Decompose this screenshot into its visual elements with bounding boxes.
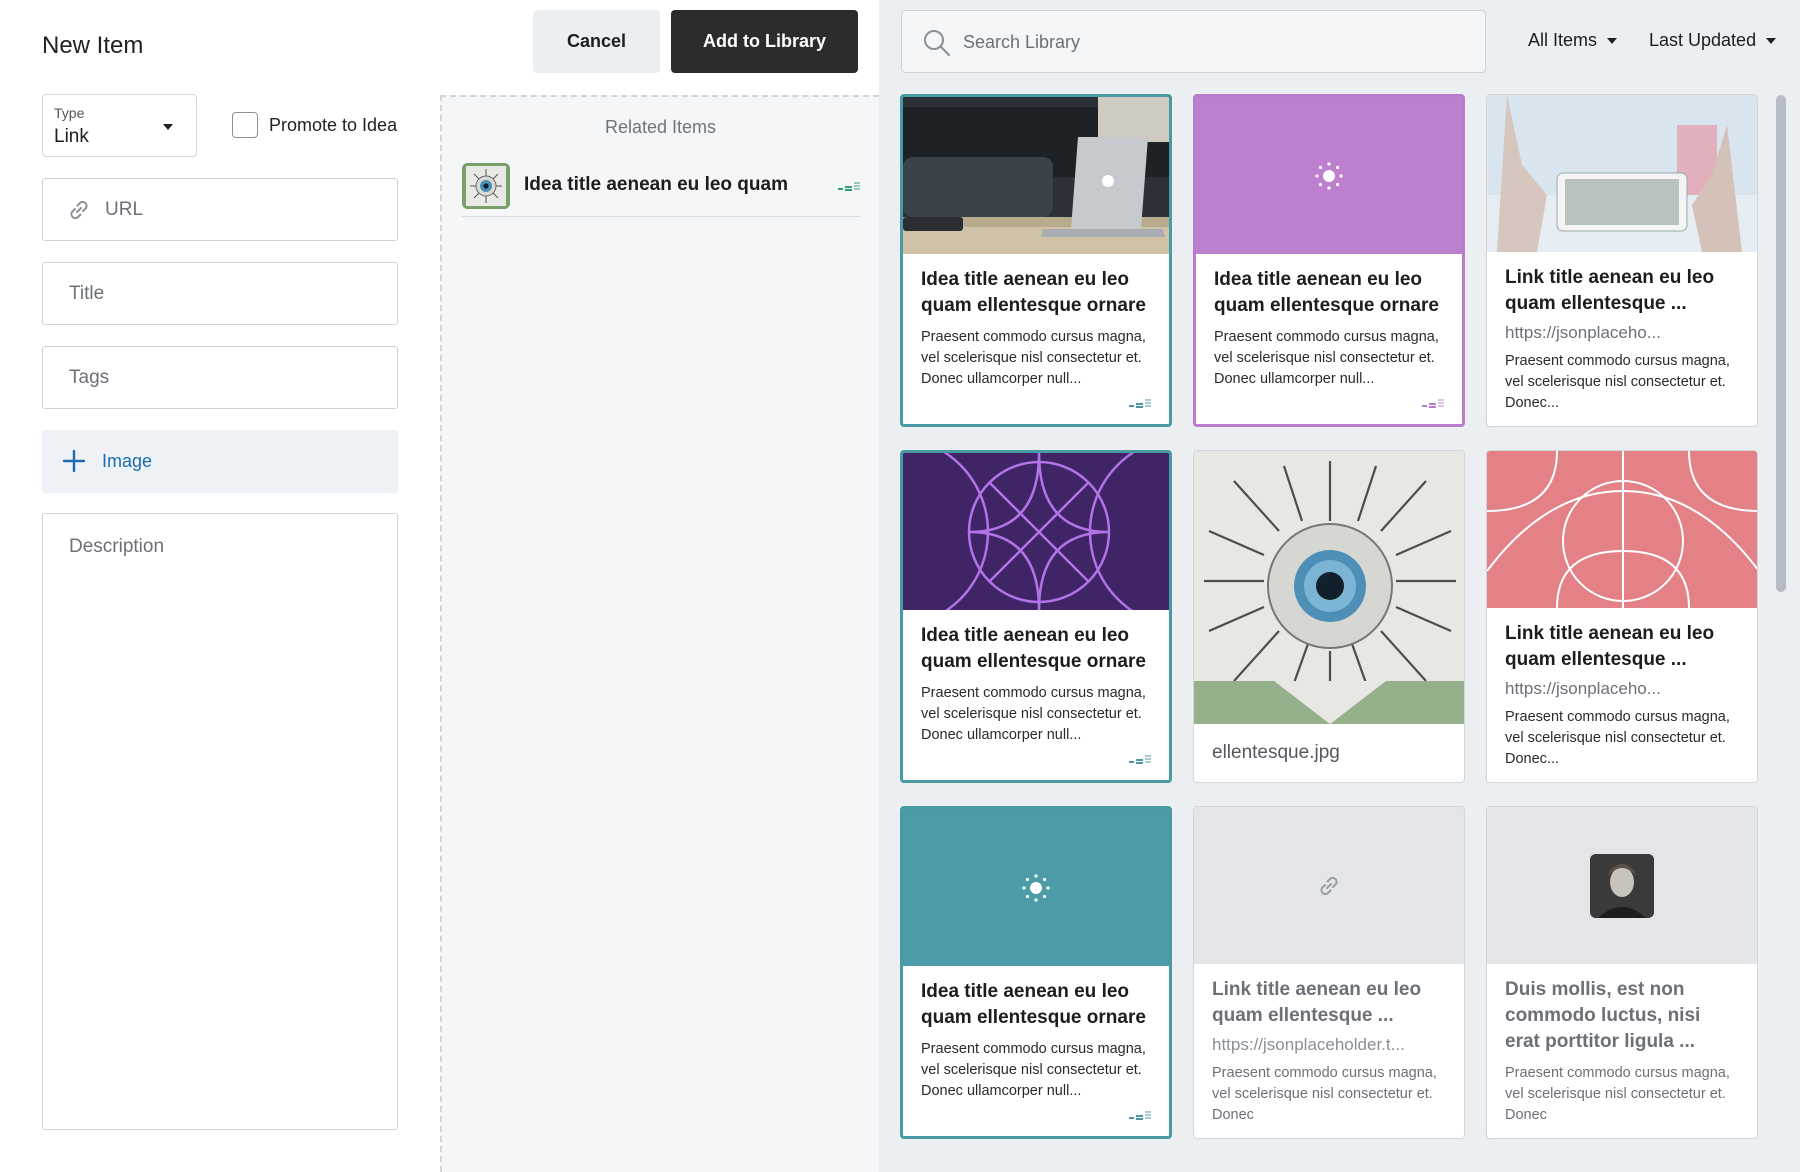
card-body: Link title aenean eu leo quam ellentesqu… [1194, 964, 1464, 1138]
eye-collage-image [1194, 451, 1464, 724]
card-description: Praesent commodo cursus magna, vel scele… [1212, 1065, 1437, 1123]
spinner-icon [1022, 873, 1050, 902]
item-filter-label: All Items [1528, 30, 1598, 50]
type-select[interactable]: Type Link [42, 94, 197, 157]
form-actions: Cancel Add to Library [533, 10, 858, 73]
idea-color-banner [903, 809, 1169, 966]
related-item[interactable]: Idea title aenean eu leo quam [462, 163, 860, 217]
card-title: Idea title aenean eu leo quam ellentesqu… [921, 269, 1146, 316]
sort-label: Last Updated [1649, 30, 1757, 50]
new-item-form: New Item Type Link Promote to Idea URL T… [0, 0, 440, 1172]
card-title: Link title aenean eu leo quam ellentesqu… [1505, 623, 1715, 670]
card-url: https://jsonplaceho... [1505, 323, 1661, 342]
page-title: New Item [42, 32, 144, 59]
idea-color-banner [1196, 97, 1462, 254]
cancel-button[interactable]: Cancel [533, 10, 660, 73]
card-description: Praesent commodo cursus magna, vel scele… [1505, 1065, 1730, 1123]
library-card-link[interactable]: Link title aenean eu leo quam ellentesqu… [1486, 450, 1758, 783]
type-select-value: Link [54, 126, 89, 147]
promote-checkbox[interactable] [232, 112, 258, 138]
library-search[interactable] [901, 10, 1486, 73]
description-placeholder: Description [69, 536, 165, 557]
card-url: https://jsonplaceholder.t... [1212, 1035, 1405, 1054]
library-card-idea[interactable]: Idea title aenean eu leo quam ellentesqu… [1193, 94, 1465, 427]
eye-collage-thumbnail [462, 163, 510, 209]
chevron-down-icon [1607, 37, 1618, 44]
library-card-link[interactable]: Link title aenean eu leo quam ellentesqu… [1486, 94, 1758, 427]
library-card-idea[interactable]: Idea title aenean eu leo quam ellentesqu… [900, 806, 1172, 1139]
card-description: Praesent commodo cursus magna, vel scele… [1505, 353, 1730, 411]
add-image-button[interactable]: Image [42, 430, 398, 493]
card-description: Praesent commodo cursus magna, vel scele… [921, 1041, 1146, 1099]
card-description: Praesent commodo cursus magna, vel scele… [921, 685, 1146, 743]
card-body: Duis mollis, est non commodo luctus, nis… [1487, 964, 1757, 1138]
idea-indicator-icon [1129, 1111, 1151, 1120]
library-card-idea[interactable]: Idea title aenean eu leo quam ellentesqu… [900, 450, 1172, 783]
type-select-label: Type [54, 105, 85, 121]
card-title: Idea title aenean eu leo quam ellentesqu… [921, 625, 1146, 672]
card-title: Duis mollis, est non commodo luctus, nis… [1505, 979, 1701, 1052]
idea-indicator-icon [838, 182, 860, 191]
url-field[interactable]: URL [42, 178, 398, 241]
card-title: Idea title aenean eu leo quam ellentesqu… [921, 981, 1146, 1028]
avatar [1590, 853, 1654, 918]
url-placeholder: URL [105, 199, 144, 220]
tags-field[interactable]: Tags [42, 346, 398, 409]
tags-placeholder: Tags [69, 367, 110, 388]
card-title: Idea title aenean eu leo quam ellentesqu… [1214, 269, 1439, 316]
purple-geometric-pattern [903, 453, 1169, 610]
link-placeholder-banner [1194, 807, 1464, 964]
item-filter-dropdown[interactable]: All Items [1528, 30, 1618, 51]
add-to-library-button[interactable]: Add to Library [671, 10, 858, 73]
card-body: Link title aenean eu leo quam ellentesqu… [1487, 608, 1757, 782]
idea-indicator-icon [1422, 399, 1444, 408]
search-icon [924, 30, 950, 56]
promote-to-idea-toggle[interactable]: Promote to Idea [232, 112, 397, 138]
description-field[interactable]: Description [42, 513, 398, 1130]
spinner-icon [1315, 161, 1343, 190]
related-items-dropzone[interactable]: Related Items Idea title aenean eu leo q… [440, 95, 879, 1172]
chevron-down-icon [163, 124, 173, 130]
library-card-file[interactable]: ellentesque.jpg [1193, 450, 1465, 783]
idea-indicator-icon [1129, 399, 1151, 408]
title-field[interactable]: Title [42, 262, 398, 325]
card-title: Link title aenean eu leo quam ellentesqu… [1505, 267, 1715, 314]
library-card-person[interactable]: Duis mollis, est non commodo luctus, nis… [1486, 806, 1758, 1139]
related-item-title: Idea title aenean eu leo quam [524, 174, 788, 195]
laptop-photo [903, 97, 1169, 254]
chevron-down-icon [1766, 37, 1777, 44]
link-icon [70, 200, 88, 220]
scrollbar-thumb[interactable] [1776, 95, 1786, 592]
title-placeholder: Title [69, 283, 105, 304]
library-panel: All Items Last Updated Idea title aenean… [879, 0, 1800, 1172]
sort-dropdown[interactable]: Last Updated [1649, 30, 1777, 51]
card-body: ellentesque.jpg [1194, 724, 1464, 782]
person-banner [1487, 807, 1757, 964]
related-items-heading: Related Items [604, 117, 717, 137]
pink-geometric-pattern [1487, 451, 1757, 608]
link-icon [1320, 876, 1338, 895]
card-title: Link title aenean eu leo quam ellentesqu… [1212, 979, 1422, 1026]
card-description: Praesent commodo cursus magna, vel scele… [1505, 709, 1730, 767]
card-body: Link title aenean eu leo quam ellentesqu… [1487, 252, 1757, 426]
card-url: https://jsonplaceho... [1505, 679, 1661, 698]
add-image-label: Image [102, 451, 153, 471]
search-input[interactable] [963, 25, 1443, 59]
plus-icon [62, 449, 86, 473]
idea-indicator-icon [1129, 755, 1151, 764]
promote-label: Promote to Idea [269, 114, 398, 135]
file-name: ellentesque.jpg [1212, 742, 1340, 763]
library-card-link[interactable]: Link title aenean eu leo quam ellentesqu… [1193, 806, 1465, 1139]
library-card-idea[interactable]: Idea title aenean eu leo quam ellentesqu… [900, 94, 1172, 427]
card-description: Praesent commodo cursus magna, vel scele… [1214, 329, 1439, 387]
phone-photo [1487, 95, 1757, 252]
card-description: Praesent commodo cursus magna, vel scele… [921, 329, 1146, 387]
